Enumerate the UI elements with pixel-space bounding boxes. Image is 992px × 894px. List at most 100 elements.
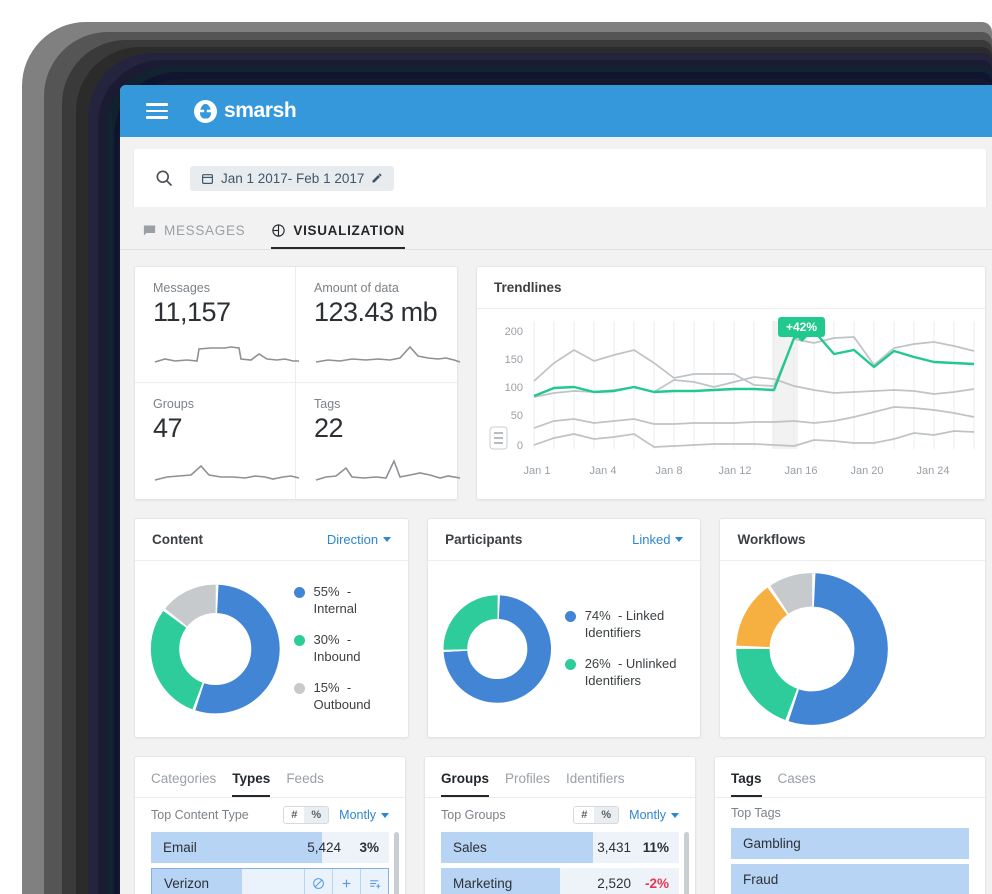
search-bar: Jan 1 2017- Feb 1 2017 bbox=[134, 149, 986, 207]
pencil-edit-icon[interactable] bbox=[371, 172, 383, 184]
app-window: smarsh Jan 1 2017- Feb 1 2017 MESSAGES V… bbox=[120, 85, 992, 894]
sparkline-amount-of-data bbox=[315, 345, 461, 363]
content-type-unit-toggle[interactable]: # % bbox=[283, 806, 330, 824]
row-count: 2,520 bbox=[597, 876, 631, 891]
kpi-label: Groups bbox=[153, 397, 194, 411]
legend-name: Outbound bbox=[313, 696, 371, 712]
tab-messages[interactable]: MESSAGES bbox=[142, 223, 245, 249]
sparkline-tags bbox=[315, 458, 461, 481]
legend-item: 26% - Unlinked Identifiers bbox=[564, 656, 687, 690]
trendlines-header: Trendlines bbox=[477, 267, 985, 309]
sparkline-groups bbox=[154, 464, 300, 481]
groups-frequency-value: Montly bbox=[629, 808, 666, 822]
list-item[interactable]: Gambling bbox=[731, 828, 969, 859]
tab-types[interactable]: Types bbox=[232, 771, 271, 797]
content-type-subheader: Top Content Type # % Montly bbox=[135, 798, 405, 832]
row-count: 5,424 bbox=[307, 840, 341, 855]
content-direction-select[interactable]: Direction bbox=[327, 532, 392, 547]
block-icon[interactable] bbox=[304, 869, 332, 894]
tab-identifiers[interactable]: Identifiers bbox=[566, 771, 625, 797]
svg-text:Jan 24: Jan 24 bbox=[916, 465, 949, 477]
toggle-hash[interactable]: # bbox=[284, 807, 305, 823]
legend-item: 55% - Internal bbox=[293, 584, 395, 618]
tags-sub-label: Top Tags bbox=[731, 806, 781, 820]
search-icon[interactable] bbox=[154, 168, 174, 188]
participants-linked-value: Linked bbox=[632, 532, 671, 547]
main-tabs: MESSAGES VISUALIZATION bbox=[120, 207, 992, 250]
svg-text:Jan 1: Jan 1 bbox=[524, 465, 551, 477]
kpi-value: 11,157 bbox=[153, 297, 231, 327]
kpi-amount-of-data: Amount of data 123.43 mb bbox=[296, 267, 461, 383]
legend-sep: - bbox=[346, 679, 352, 695]
table-row[interactable]: Marketing 2,520 -2% bbox=[441, 868, 679, 894]
table-scrollbar[interactable] bbox=[684, 832, 689, 894]
trendlines-chart: +42% 200 150 100 50 0 Jan 1 Jan 4 Jan 8 … bbox=[477, 309, 985, 498]
smarsh-logo-icon bbox=[194, 99, 217, 123]
legend-sep: - bbox=[617, 656, 623, 671]
svg-text:Jan 8: Jan 8 bbox=[656, 465, 683, 477]
tab-groups[interactable]: Groups bbox=[441, 771, 490, 797]
legend-item: 30% - Inbound bbox=[293, 632, 395, 666]
tab-visualization[interactable]: VISUALIZATION bbox=[271, 223, 405, 249]
tab-categories[interactable]: Categories bbox=[151, 771, 216, 797]
content-type-frequency-select[interactable]: Montly bbox=[339, 808, 389, 822]
kpi-grid: Messages 11,157 Amount of data 123.43 mb… bbox=[134, 266, 461, 500]
groups-tabs: Groups Profiles Identifiers bbox=[425, 757, 695, 798]
content-donut-body: 55% - Internal 30% - Inbound 15% - Outbo… bbox=[135, 561, 408, 737]
chevron-down-icon bbox=[383, 537, 392, 542]
participants-card: Participants Linked 74% - Linked Identif… bbox=[427, 518, 702, 738]
toggle-percent[interactable]: % bbox=[594, 807, 619, 823]
svg-text:0: 0 bbox=[517, 440, 523, 452]
date-range-picker[interactable]: Jan 1 2017- Feb 1 2017 bbox=[190, 165, 395, 191]
svg-text:50: 50 bbox=[511, 410, 523, 422]
kpi-value: 47 bbox=[153, 413, 183, 443]
legend-item: 15% - Outbound bbox=[293, 679, 395, 714]
card-title: Trendlines bbox=[494, 280, 562, 295]
tab-feeds[interactable]: Feeds bbox=[286, 771, 324, 797]
content-type-rows: Email 5,424 3% Verizon bbox=[135, 832, 405, 894]
kpi-tags: Tags 22 bbox=[296, 383, 461, 499]
card-title: Workflows bbox=[737, 532, 806, 547]
tags-subheader: Top Tags bbox=[715, 798, 985, 828]
legend-sep: - bbox=[617, 608, 623, 624]
list-item[interactable]: Fraud bbox=[731, 864, 969, 894]
plus-icon[interactable] bbox=[332, 869, 360, 894]
content-type-table-card: Categories Types Feeds Top Content Type … bbox=[134, 756, 406, 894]
legend-pct: 15% bbox=[313, 679, 340, 695]
tab-profiles[interactable]: Profiles bbox=[505, 771, 550, 797]
table-row[interactable]: Email 5,424 3% bbox=[151, 832, 389, 863]
participants-linked-select[interactable]: Linked bbox=[632, 532, 684, 547]
kpi-messages: Messages 11,157 bbox=[135, 267, 299, 383]
groups-frequency-select[interactable]: Montly bbox=[629, 808, 679, 822]
svg-text:Jan 16: Jan 16 bbox=[784, 465, 817, 477]
legend-dot-icon bbox=[564, 659, 576, 670]
brand-logo[interactable]: smarsh bbox=[194, 99, 297, 123]
chevron-down-icon bbox=[675, 537, 684, 542]
workflows-card: Workflows bbox=[719, 518, 986, 738]
card-title: Participants bbox=[445, 532, 523, 547]
pie-chart-icon bbox=[272, 224, 286, 237]
table-scrollbar[interactable] bbox=[394, 832, 399, 894]
groups-unit-toggle[interactable]: # % bbox=[573, 806, 620, 824]
toggle-hash[interactable]: # bbox=[574, 807, 595, 823]
add-to-list-icon[interactable] bbox=[360, 869, 388, 894]
sparkline-messages bbox=[154, 346, 299, 363]
tags-tabs: Tags Cases bbox=[715, 757, 985, 798]
table-row[interactable]: Verizon bbox=[151, 868, 389, 894]
svg-text:100: 100 bbox=[505, 382, 523, 394]
content-legend: 55% - Internal 30% - Inbound 15% - Outbo… bbox=[293, 584, 395, 714]
hamburger-menu-icon[interactable] bbox=[146, 99, 168, 123]
legend-pct: 74% bbox=[584, 608, 611, 624]
legend-pct: 30% bbox=[313, 632, 340, 648]
tab-cases[interactable]: Cases bbox=[778, 771, 816, 797]
legend-dot-icon bbox=[293, 682, 305, 694]
toggle-percent[interactable]: % bbox=[304, 807, 329, 823]
tab-tags[interactable]: Tags bbox=[731, 771, 762, 797]
row-actions bbox=[304, 869, 388, 894]
kpi-label: Amount of data bbox=[314, 281, 399, 295]
row-change: -2% bbox=[644, 876, 669, 891]
svg-text:Jan 20: Jan 20 bbox=[850, 465, 883, 477]
legend-name: Internal bbox=[313, 601, 357, 617]
participants-legend: 74% - Linked Identifiers 26% - Unlinked … bbox=[564, 608, 687, 690]
table-row[interactable]: Sales 3,431 11% bbox=[441, 832, 679, 863]
